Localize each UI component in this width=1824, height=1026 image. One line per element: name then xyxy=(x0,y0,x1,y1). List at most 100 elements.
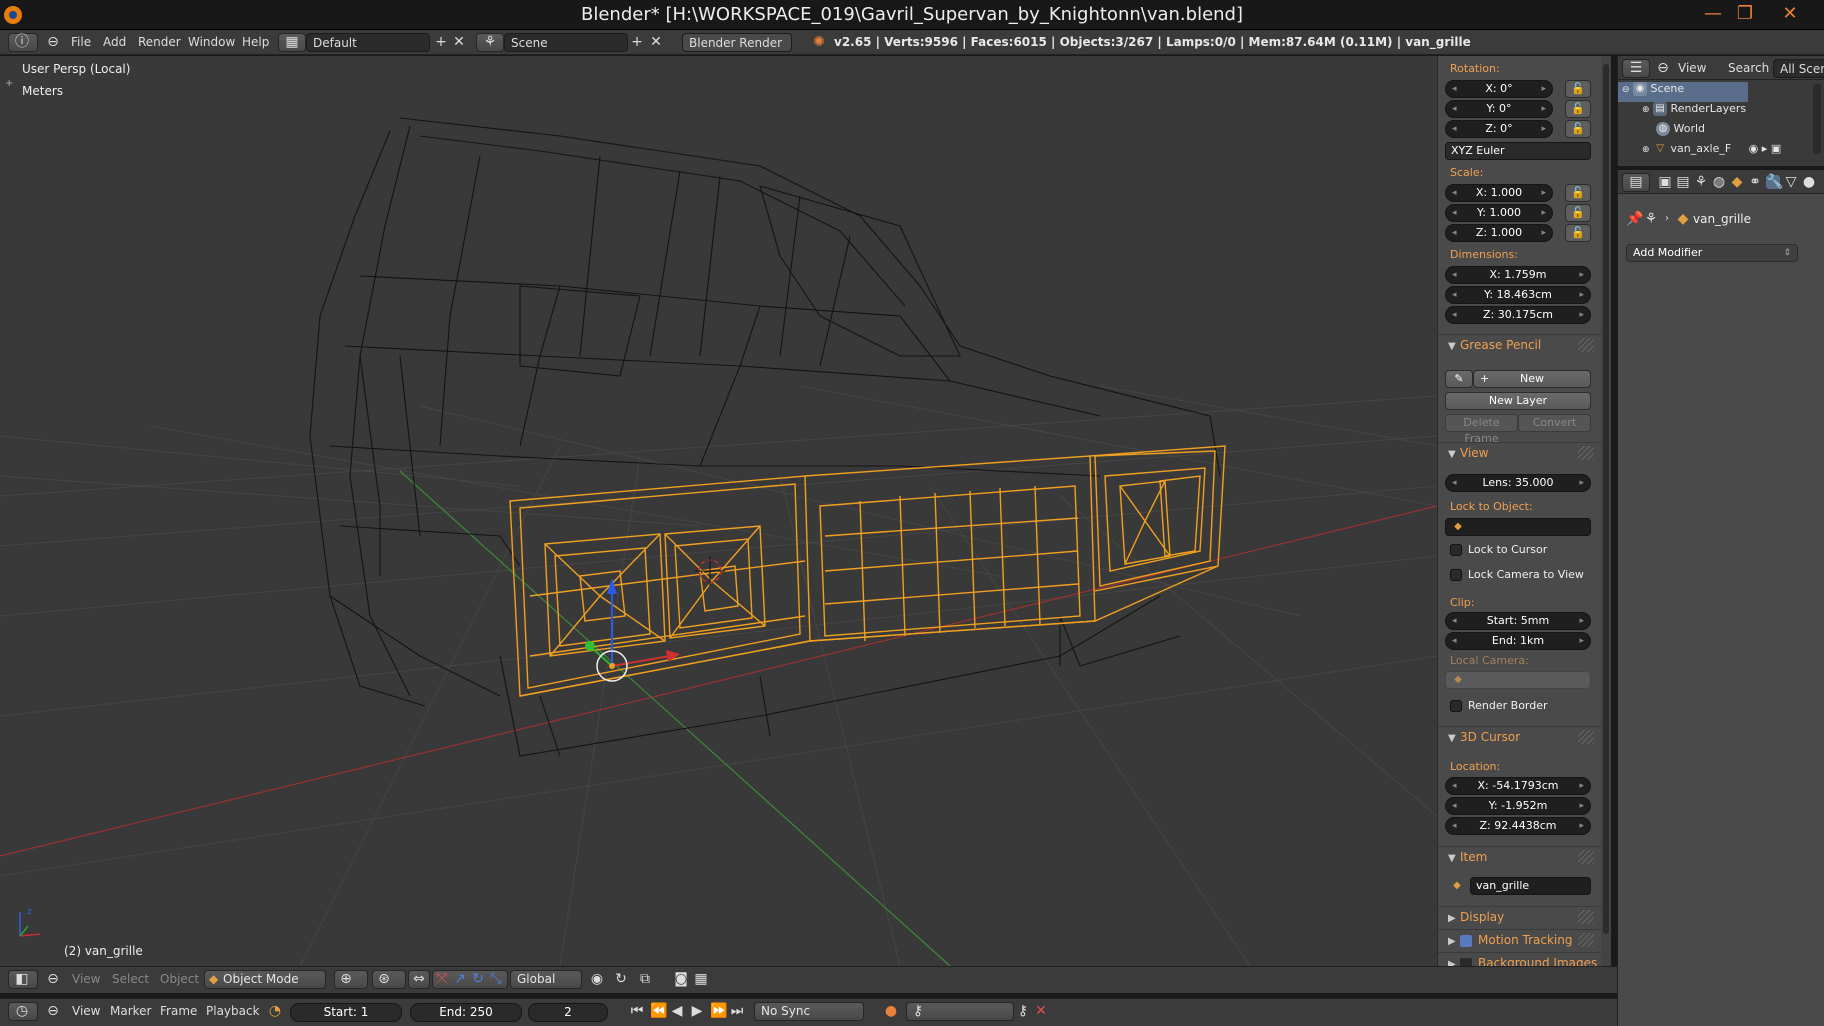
scene-tab-icon[interactable]: ⚘ xyxy=(1694,175,1708,189)
add-layout-icon[interactable]: + xyxy=(434,35,448,49)
outliner-scrollbar[interactable] xyxy=(1813,84,1821,154)
menu-help[interactable]: Help xyxy=(242,35,269,49)
3d-viewport[interactable]: z User Persp (Local) Meters + (2) van_gr… xyxy=(0,56,1437,966)
lock-icon[interactable]: 🔓 xyxy=(1565,224,1591,242)
play-reverse-icon[interactable]: ◀ xyxy=(670,1004,684,1018)
menu-marker[interactable]: Marker xyxy=(110,1004,151,1018)
dimension-y-field[interactable]: Y: 18.463cm xyxy=(1445,286,1591,304)
menu-select[interactable]: Select xyxy=(112,972,149,986)
expand-icon[interactable]: ⊕ xyxy=(1642,145,1650,155)
manipulator-types[interactable]: ⤧ ↗ ↻ ⤡ xyxy=(432,970,508,989)
shelf-scrollbar[interactable] xyxy=(1601,56,1611,966)
outliner-row-van-axle[interactable]: ⊕ ▽ van_axle_F ◉ ▸ ▣ xyxy=(1618,142,1824,156)
motion-tracking-panel-header[interactable]: ▶ Motion Tracking xyxy=(1438,929,1601,951)
outliner-editor-icon[interactable]: ☰ xyxy=(1622,59,1650,78)
editor-type-button[interactable]: ⓘ xyxy=(8,33,38,52)
outliner-search-menu[interactable]: Search xyxy=(1728,61,1769,75)
outliner-row-world[interactable]: ◍ World xyxy=(1618,122,1824,142)
lens-field[interactable]: Lens: 35.000 xyxy=(1445,474,1591,492)
drag-grip-icon[interactable] xyxy=(1578,910,1594,924)
viewport-canvas[interactable]: z xyxy=(0,56,1437,966)
pin-icon[interactable]: 📌 xyxy=(1626,212,1643,226)
lock-icon[interactable]: 🔓 xyxy=(1565,184,1591,202)
drag-grip-icon[interactable] xyxy=(1578,933,1594,947)
scene-icon[interactable]: ⚘ xyxy=(476,33,504,52)
pivot-point-select[interactable]: ⊛ xyxy=(372,970,406,989)
expand-icon[interactable]: ⊕ xyxy=(1642,105,1650,115)
new-layer-button[interactable]: New Layer xyxy=(1445,392,1591,410)
lock-icon[interactable]: 🔓 xyxy=(1565,120,1591,138)
close-button[interactable]: ✕ xyxy=(1776,2,1804,26)
render-engine-select[interactable]: Blender Render xyxy=(682,33,792,52)
object-mode-select[interactable]: ◆ Object Mode xyxy=(204,970,326,989)
jump-keyframe-forward-icon[interactable]: ⏩ xyxy=(710,1004,727,1018)
new-grease-pencil-button[interactable]: + New xyxy=(1473,370,1591,388)
remove-layout-icon[interactable]: ✕ xyxy=(452,35,466,49)
record-icon[interactable]: ● xyxy=(884,1004,898,1018)
clip-start-field[interactable]: Start: 5mm xyxy=(1445,612,1591,630)
rotation-y-field[interactable]: Y: 0° xyxy=(1445,100,1553,118)
motion-tracking-checkbox[interactable] xyxy=(1460,934,1472,947)
jump-start-icon[interactable]: ⏮ xyxy=(630,1004,644,1018)
lock-icon[interactable]: 🔓 xyxy=(1565,204,1591,222)
sync-mode-select[interactable]: No Sync xyxy=(754,1002,864,1021)
outliner-view-menu[interactable]: View xyxy=(1678,61,1706,75)
insert-keyframe-icon[interactable]: ⚷ xyxy=(1016,1004,1030,1018)
manipulator-toggle[interactable]: ⇔ xyxy=(408,970,430,989)
menu-window[interactable]: Window xyxy=(188,35,235,49)
material-tab-icon[interactable]: ● xyxy=(1802,175,1816,189)
end-frame-field[interactable]: End: 250 xyxy=(410,1003,522,1022)
menu-view[interactable]: View xyxy=(72,972,100,986)
opengl-render-icon[interactable]: ▦ xyxy=(694,972,708,986)
properties-editor-icon[interactable]: ▤ xyxy=(1622,173,1650,192)
collapse-menu-icon[interactable]: ⊖ xyxy=(46,972,60,986)
grease-pencil-panel-header[interactable]: ▼ Grease Pencil xyxy=(1438,334,1601,356)
screen-layout-icon[interactable]: ▦ xyxy=(278,33,306,52)
rotation-mode-select[interactable]: XYZ Euler xyxy=(1445,142,1591,160)
cursor-x-field[interactable]: X: -54.1793cm xyxy=(1445,777,1591,795)
camera-icon[interactable]: ▣ xyxy=(1771,142,1781,155)
transform-orientation-select[interactable]: Global xyxy=(510,970,582,989)
transform-manipulator[interactable] xyxy=(585,578,680,682)
add-scene-icon[interactable]: + xyxy=(630,35,644,49)
render-tab-icon[interactable]: ▣ xyxy=(1658,175,1672,189)
play-icon[interactable]: ▶ xyxy=(690,1004,704,1018)
lock-icon[interactable]: 🔓 xyxy=(1565,100,1591,118)
lock-camera-checkbox[interactable] xyxy=(1450,569,1462,581)
modifiers-tab-icon[interactable]: 🔧 xyxy=(1766,175,1783,189)
lock-icon[interactable]: 🔓 xyxy=(1565,80,1591,98)
menu-view[interactable]: View xyxy=(72,1004,100,1018)
view-panel-header[interactable]: ▼ View xyxy=(1438,442,1601,464)
cursor-z-field[interactable]: Z: 92.4438cm xyxy=(1445,817,1591,835)
expand-tools-icon[interactable]: + xyxy=(5,78,13,89)
pencil-icon[interactable]: ✎ xyxy=(1445,370,1473,388)
maximize-button[interactable]: ❐ xyxy=(1731,2,1759,26)
minimize-button[interactable]: — xyxy=(1699,2,1727,26)
convert-button[interactable]: Convert xyxy=(1518,414,1591,432)
delete-frame-button[interactable]: Delete Frame xyxy=(1445,414,1518,445)
display-panel-header[interactable]: ▶ Display xyxy=(1438,906,1601,928)
render-layers-tab-icon[interactable]: ▤ xyxy=(1676,175,1690,189)
viewport-shading-select[interactable]: ⊕ xyxy=(334,970,368,989)
scale-x-field[interactable]: X: 1.000 xyxy=(1445,184,1553,202)
snap-icon[interactable]: ⧉ xyxy=(638,972,652,986)
expand-icon[interactable]: ⊖ xyxy=(1622,85,1630,95)
data-tab-icon[interactable]: ▽ xyxy=(1784,175,1798,189)
render-preview-icon[interactable]: ◙ xyxy=(674,972,688,986)
rotation-z-field[interactable]: Z: 0° xyxy=(1445,120,1553,138)
jump-end-icon[interactable]: ⏭ xyxy=(730,1004,744,1018)
menu-render[interactable]: Render xyxy=(138,35,181,49)
lock-to-cursor-checkbox[interactable] xyxy=(1450,544,1462,556)
add-modifier-button[interactable]: Add Modifier ⇕ xyxy=(1626,244,1798,262)
scene-field[interactable]: Scene xyxy=(504,33,628,52)
3d-cursor-panel-header[interactable]: ▼ 3D Cursor xyxy=(1438,726,1601,748)
background-images-checkbox[interactable] xyxy=(1460,957,1472,966)
preview-range-icon[interactable]: ◔ xyxy=(268,1004,282,1018)
jump-keyframe-back-icon[interactable]: ⏪ xyxy=(650,1004,667,1018)
delete-keyframe-icon[interactable]: ✕ xyxy=(1034,1004,1048,1018)
menu-add[interactable]: Add xyxy=(103,35,126,49)
scale-y-field[interactable]: Y: 1.000 xyxy=(1445,204,1553,222)
outliner-row-renderlayers[interactable]: ⊕ ▤ RenderLayers xyxy=(1618,102,1824,122)
cursor-select-icon[interactable]: ▸ xyxy=(1762,142,1768,155)
render-border-checkbox[interactable] xyxy=(1450,700,1462,712)
